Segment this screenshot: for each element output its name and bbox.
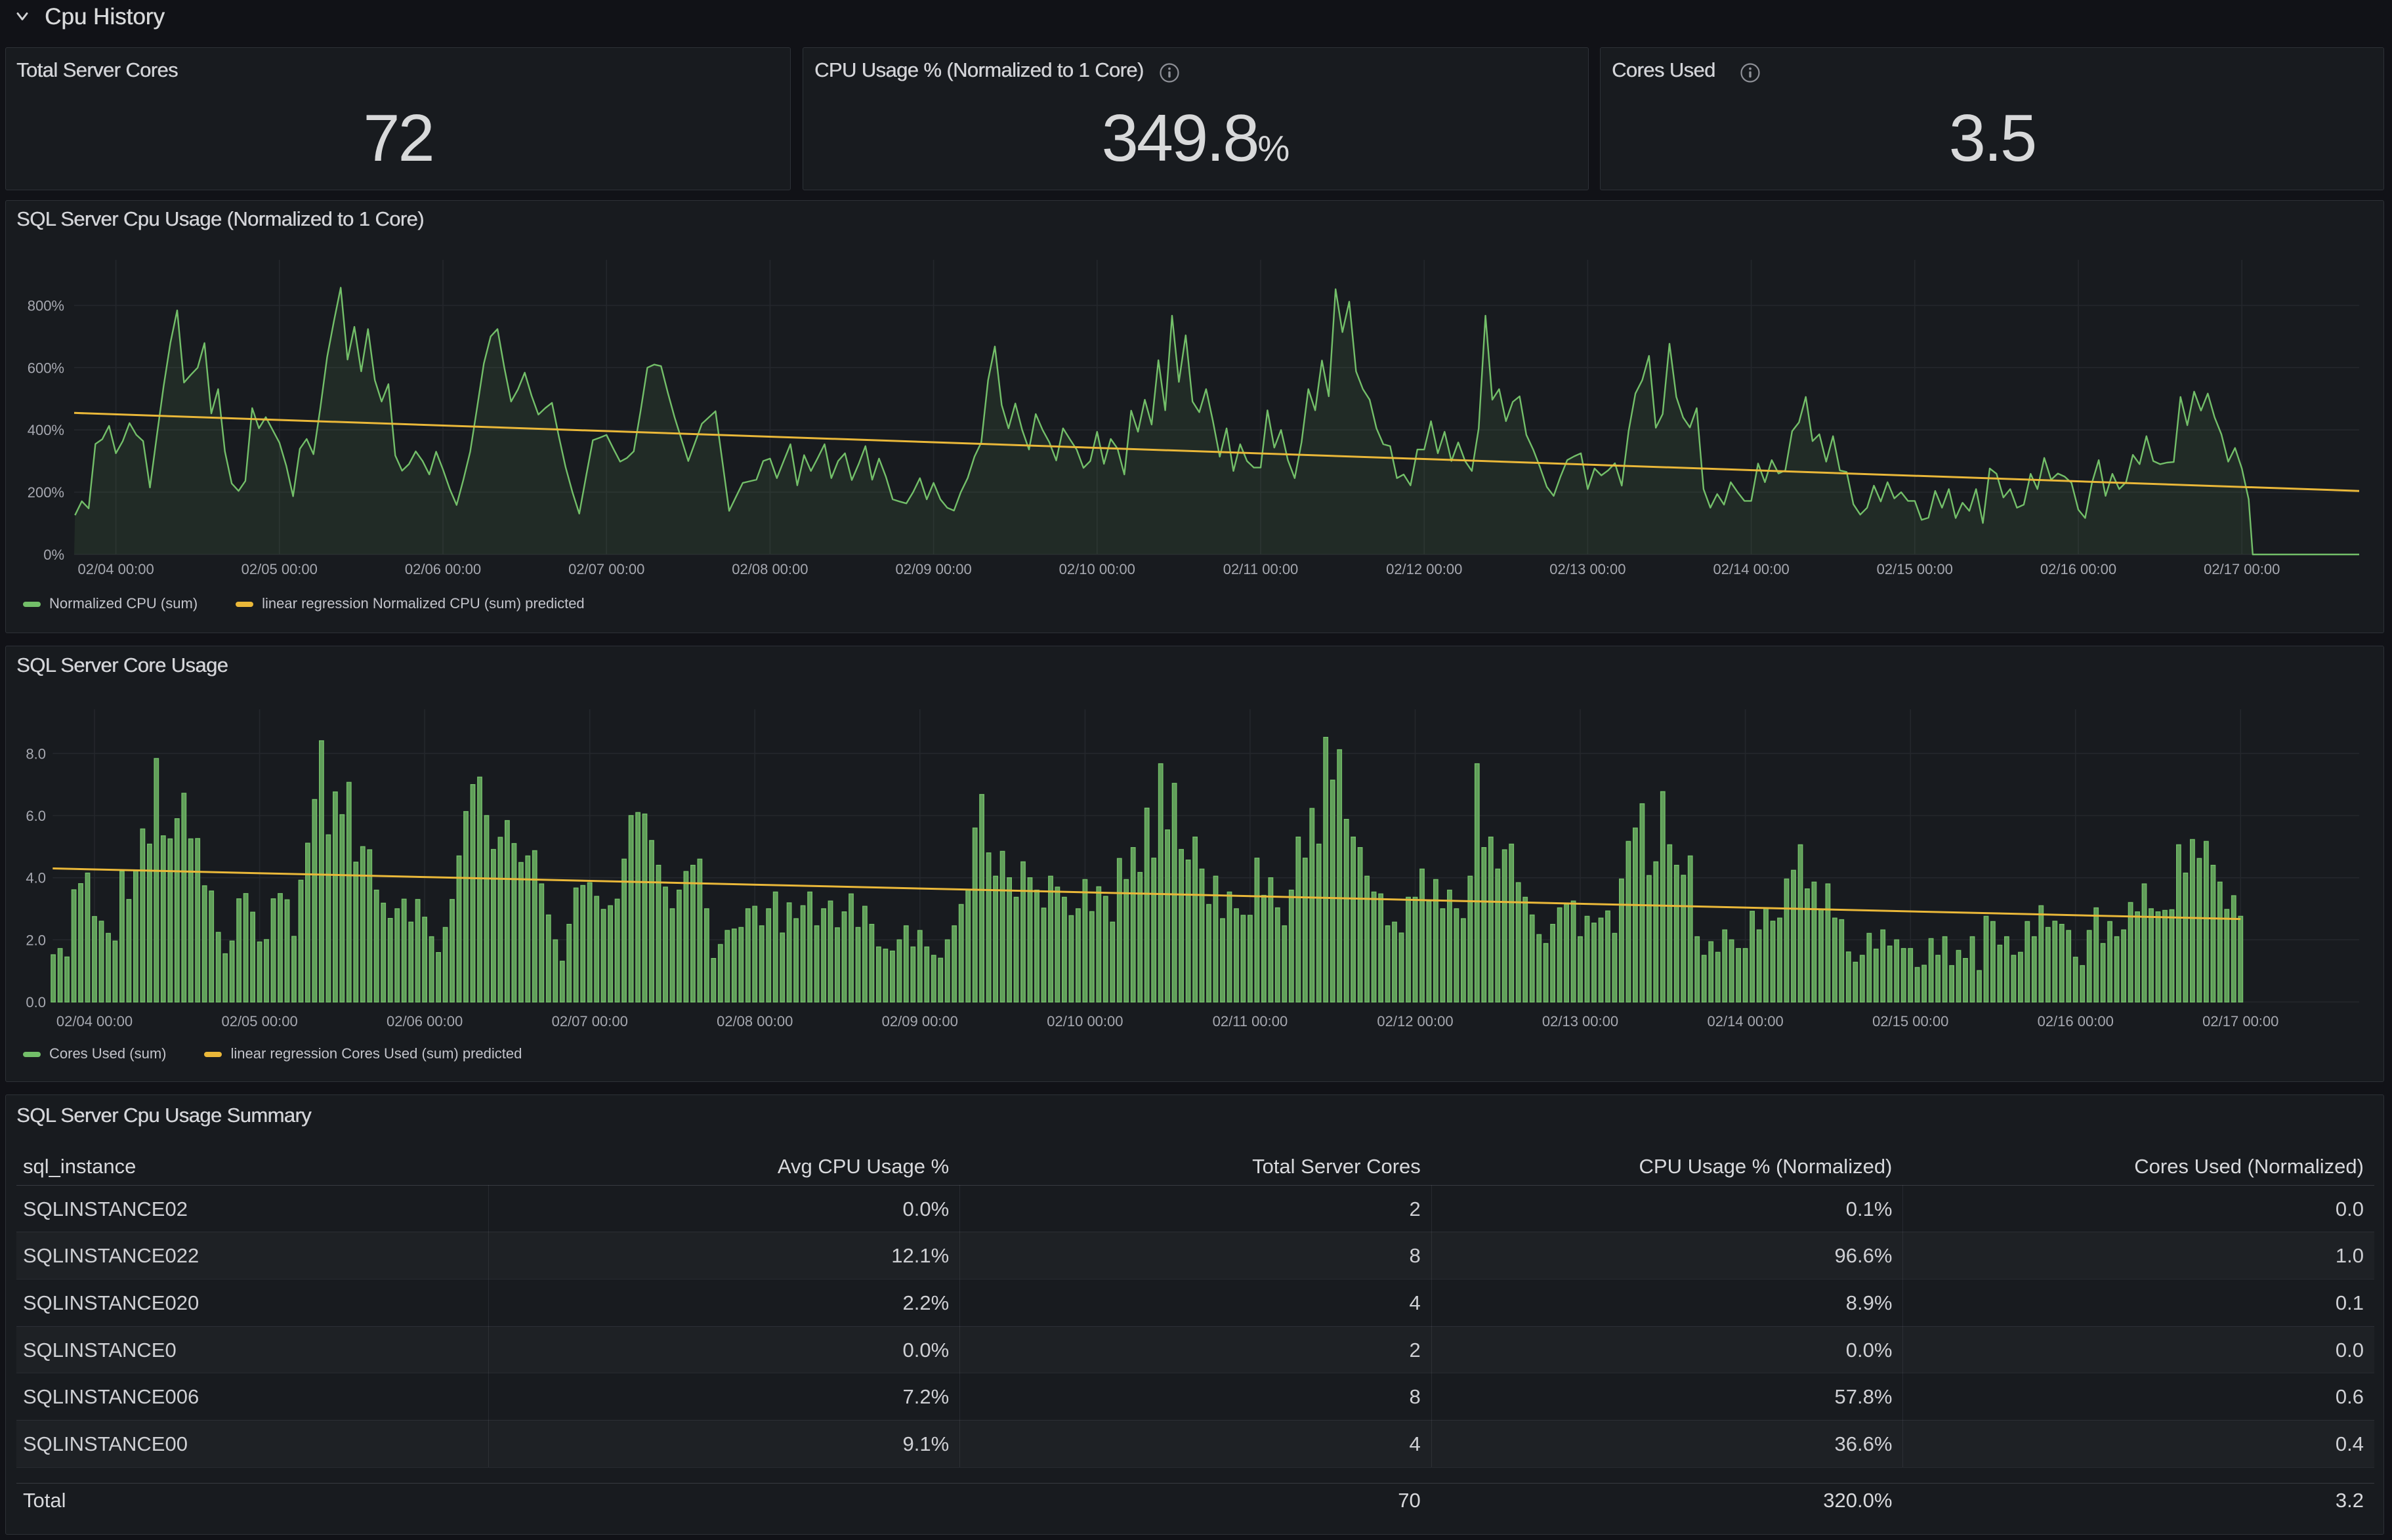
svg-text:02/14 00:00: 02/14 00:00 [1707, 1013, 1783, 1030]
svg-text:02/04 00:00: 02/04 00:00 [56, 1013, 133, 1030]
svg-text:2.0: 2.0 [26, 932, 46, 948]
svg-text:02/09 00:00: 02/09 00:00 [895, 561, 971, 577]
svg-text:0%: 0% [43, 547, 64, 563]
svg-text:02/06 00:00: 02/06 00:00 [387, 1013, 463, 1030]
svg-text:02/17 00:00: 02/17 00:00 [2204, 561, 2280, 577]
svg-text:02/06 00:00: 02/06 00:00 [405, 561, 481, 577]
svg-text:02/12 00:00: 02/12 00:00 [1386, 561, 1462, 577]
svg-text:02/10 00:00: 02/10 00:00 [1059, 561, 1135, 577]
svg-text:02/11 00:00: 02/11 00:00 [1223, 561, 1299, 577]
svg-text:6.0: 6.0 [26, 808, 46, 824]
svg-text:02/12 00:00: 02/12 00:00 [1377, 1013, 1453, 1030]
svg-text:200%: 200% [28, 484, 64, 501]
svg-text:02/08 00:00: 02/08 00:00 [732, 561, 808, 577]
svg-text:02/17 00:00: 02/17 00:00 [2202, 1013, 2278, 1030]
svg-text:02/10 00:00: 02/10 00:00 [1047, 1013, 1123, 1030]
svg-text:02/05 00:00: 02/05 00:00 [221, 1013, 297, 1030]
svg-text:02/11 00:00: 02/11 00:00 [1213, 1013, 1288, 1030]
svg-text:02/14 00:00: 02/14 00:00 [1713, 561, 1789, 577]
svg-text:02/15 00:00: 02/15 00:00 [1877, 561, 1953, 577]
svg-text:800%: 800% [28, 297, 64, 314]
svg-text:02/04 00:00: 02/04 00:00 [77, 561, 154, 577]
svg-text:400%: 400% [28, 422, 64, 438]
svg-text:02/09 00:00: 02/09 00:00 [882, 1013, 958, 1030]
svg-text:02/15 00:00: 02/15 00:00 [1872, 1013, 1948, 1030]
svg-text:02/07 00:00: 02/07 00:00 [552, 1013, 628, 1030]
svg-text:4.0: 4.0 [26, 870, 46, 886]
svg-text:02/13 00:00: 02/13 00:00 [1542, 1013, 1618, 1030]
svg-text:02/16 00:00: 02/16 00:00 [2038, 1013, 2114, 1030]
svg-text:600%: 600% [28, 360, 64, 376]
svg-text:02/08 00:00: 02/08 00:00 [717, 1013, 793, 1030]
svg-text:8.0: 8.0 [26, 745, 46, 762]
svg-text:02/05 00:00: 02/05 00:00 [241, 561, 318, 577]
svg-text:02/13 00:00: 02/13 00:00 [1549, 561, 1626, 577]
svg-text:02/16 00:00: 02/16 00:00 [2040, 561, 2116, 577]
svg-text:0.0: 0.0 [26, 994, 46, 1010]
svg-text:02/07 00:00: 02/07 00:00 [568, 561, 644, 577]
